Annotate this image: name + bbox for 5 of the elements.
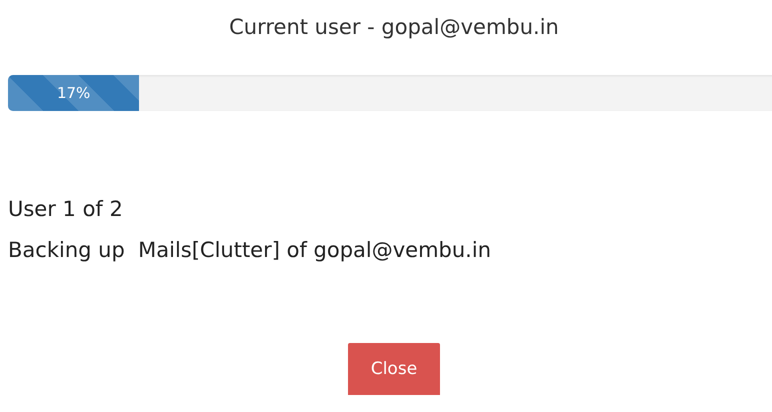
dialog-title: Current user - gopal@vembu.in <box>229 14 559 41</box>
status-text: Backing up Mails[Clutter] of gopal@vembu.in <box>8 237 491 264</box>
status-text: User 1 of 2 <box>8 196 123 223</box>
progress-fill: 17% <box>8 75 140 111</box>
close-button[interactable]: Close <box>348 343 440 395</box>
